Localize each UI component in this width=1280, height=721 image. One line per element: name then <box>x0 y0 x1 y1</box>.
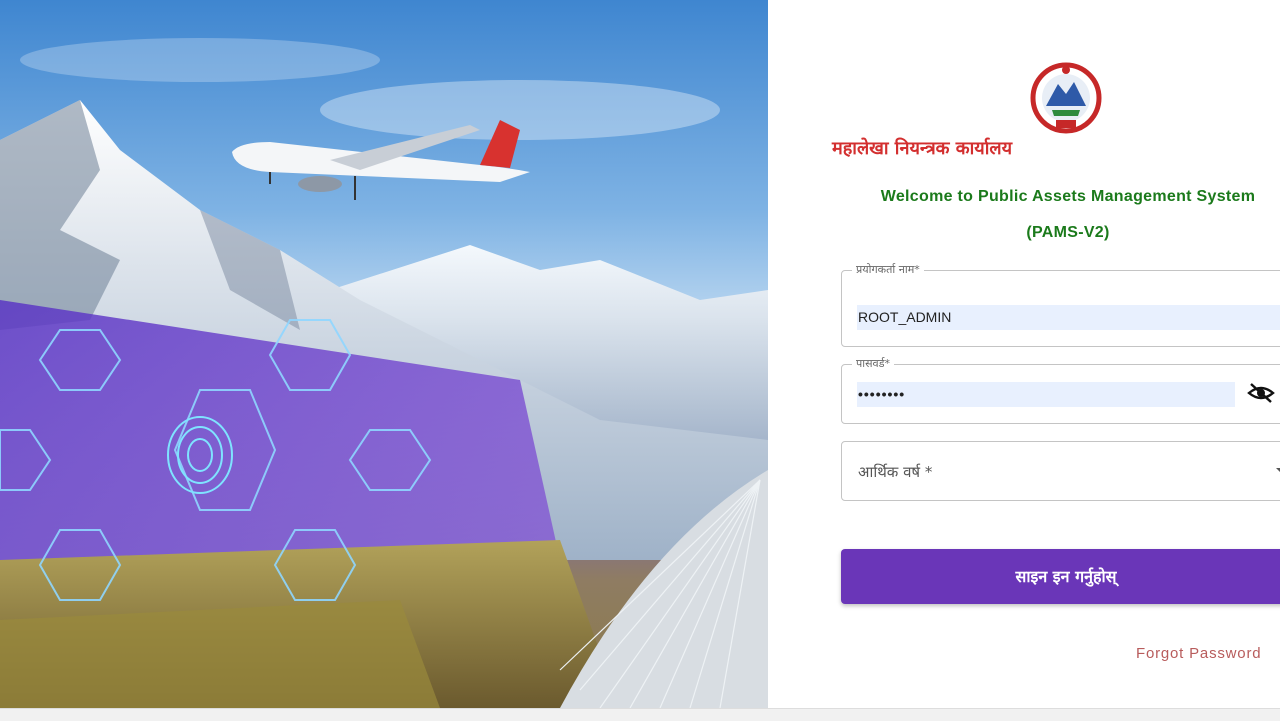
nepal-emblem-icon <box>1030 62 1102 134</box>
forgot-password-link[interactable]: Forgot Password <box>1136 645 1261 662</box>
password-label: पासवर्ड* <box>852 356 895 371</box>
password-field[interactable]: पासवर्ड* •••••••• <box>841 356 1280 424</box>
chevron-down-icon[interactable] <box>1276 468 1280 473</box>
hero-illustration <box>0 38 768 708</box>
username-field[interactable]: प्रयोगकर्ता नाम* ROOT_ADMIN <box>841 262 1280 347</box>
password-input[interactable]: •••••••• <box>857 382 1235 407</box>
hero-image <box>0 0 768 708</box>
fiscal-year-select[interactable]: आर्थिक वर्ष * <box>841 441 1280 501</box>
welcome-title: Welcome to Public Assets Management Syst… <box>880 188 1256 205</box>
fiscal-year-label: आर्थिक वर्ष * <box>858 463 933 481</box>
username-label: प्रयोगकर्ता नाम* <box>852 262 924 277</box>
signin-button[interactable]: साइन इन गर्नुहोस् <box>841 549 1280 604</box>
hide-password-icon[interactable] <box>1247 381 1275 405</box>
system-code: (PAMS-V2) <box>1026 224 1110 241</box>
username-input[interactable]: ROOT_ADMIN <box>857 305 1280 330</box>
login-panel: महालेखा नियन्त्रक कार्यालय Welcome to Pu… <box>768 0 1280 708</box>
office-title: महालेखा नियन्त्रक कार्यालय <box>831 138 1013 159</box>
bottom-status-bar <box>0 708 1280 721</box>
